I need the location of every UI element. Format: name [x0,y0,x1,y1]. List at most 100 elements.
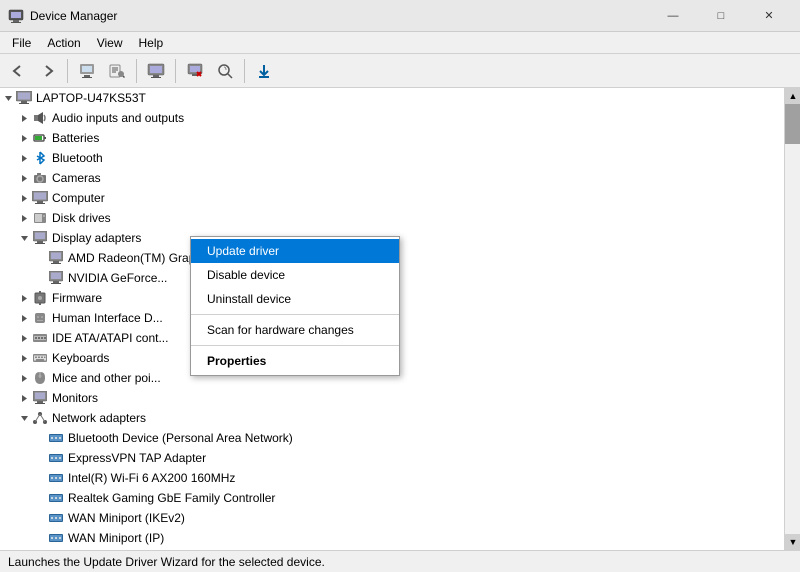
app-icon [8,8,24,24]
tree-toggle-batteries[interactable] [16,130,32,146]
tree-toggle-root[interactable] [0,90,16,106]
tree-toggle-monitors[interactable] [16,390,32,406]
tree-label-root: LAPTOP-U47KS53T [36,91,146,105]
tree-toggle-bluetooth[interactable] [16,150,32,166]
tree-item-root[interactable]: LAPTOP-U47KS53T [0,88,784,108]
context-menu-item-2[interactable]: Uninstall device [191,287,399,311]
tree-toggle-computer[interactable] [16,190,32,206]
tree-item-monitors[interactable]: Monitors [0,388,784,408]
tree-toggle-mice[interactable] [16,370,32,386]
tree-toggle-net4 [32,490,48,506]
tree-toggle-displayadapters[interactable] [16,230,32,246]
tree-icon-computer2 [32,190,48,206]
tree-icon-hid [32,310,48,326]
tree-icon-monitor [32,390,48,406]
tree-item-net7[interactable]: WAN Miniport (IPv6) [0,548,784,550]
tree-item-net6[interactable]: WAN Miniport (IP) [0,528,784,548]
tree-label-audio: Audio inputs and outputs [52,111,184,125]
context-menu-item-1[interactable]: Disable device [191,263,399,287]
tree-label-network: Network adapters [52,411,146,425]
tree-toggle-nvidia [32,270,48,286]
tree-toggle-audio[interactable] [16,110,32,126]
context-menu-item-6[interactable]: Properties [191,349,399,373]
tree-icon-computer [16,90,32,106]
tree-icon-mouse [32,370,48,386]
tree-icon-ide [32,330,48,346]
tree-label-mice: Mice and other poi... [52,371,161,385]
tree-label-cameras: Cameras [52,171,101,185]
scroll-up-button[interactable]: ▲ [785,88,800,104]
tree-item-net1[interactable]: Bluetooth Device (Personal Area Network) [0,428,784,448]
tree-item-net2[interactable]: ExpressVPN TAP Adapter [0,448,784,468]
toolbar-separator-4 [244,59,245,83]
tree-toggle-amd [32,250,48,266]
tree-item-batteries[interactable]: Batteries [0,128,784,148]
properties2-button[interactable] [103,57,131,85]
close-button[interactable]: ✕ [746,1,792,31]
tree-icon-netdevice [48,430,64,446]
toolbar-separator-1 [67,59,68,83]
minimize-button[interactable]: — [650,1,696,31]
tree-icon-netdevice [48,530,64,546]
tree-item-audio[interactable]: Audio inputs and outputs [0,108,784,128]
tree-item-cameras[interactable]: Cameras [0,168,784,188]
tree-item-net5[interactable]: WAN Miniport (IKEv2) [0,508,784,528]
tree-label-firmware: Firmware [52,291,102,305]
tree-icon-netdevice [48,490,64,506]
tree-item-net4[interactable]: Realtek Gaming GbE Family Controller [0,488,784,508]
tree-item-computer[interactable]: Computer [0,188,784,208]
monitor-button[interactable] [142,57,170,85]
scroll-thumb[interactable] [785,104,800,144]
tree-icon-netdevice [48,470,64,486]
tree-icon-firmware [32,290,48,306]
back-button[interactable] [4,57,32,85]
tree-toggle-hid[interactable] [16,310,32,326]
scan-button[interactable] [211,57,239,85]
tree-icon-device [48,270,64,286]
tree-item-net3[interactable]: Intel(R) Wi-Fi 6 AX200 160MHz [0,468,784,488]
menu-view[interactable]: View [89,34,131,52]
tree-item-network[interactable]: Network adapters [0,408,784,428]
tree-label-computer: Computer [52,191,105,205]
scroll-track [785,104,800,534]
tree-icon-camera [32,170,48,186]
tree-toggle-net6 [32,530,48,546]
tree-label-net3: Intel(R) Wi-Fi 6 AX200 160MHz [68,471,235,485]
tree-icon-bluetooth [32,150,48,166]
tree-toggle-keyboards[interactable] [16,350,32,366]
properties-button[interactable] [73,57,101,85]
maximize-button[interactable]: □ [698,1,744,31]
context-menu-item-0[interactable]: Update driver [191,239,399,263]
forward-button[interactable] [34,57,62,85]
scrollbar[interactable]: ▲ ▼ [784,88,800,550]
menu-action[interactable]: Action [39,34,88,52]
tree-label-displayadapters: Display adapters [52,231,141,245]
tree-icon-netdevice [48,510,64,526]
menu-file[interactable]: File [4,34,39,52]
tree-item-bluetooth[interactable]: Bluetooth [0,148,784,168]
toolbar-separator-3 [175,59,176,83]
tree-toggle-firmware[interactable] [16,290,32,306]
tree-toggle-network[interactable] [16,410,32,426]
window-title: Device Manager [30,9,650,23]
context-menu-separator-5 [191,345,399,346]
tree-label-keyboards: Keyboards [52,351,109,365]
tree-toggle-diskdrives[interactable] [16,210,32,226]
menu-bar: File Action View Help [0,32,800,54]
uninstall-button[interactable] [181,57,209,85]
scroll-down-button[interactable]: ▼ [785,534,800,550]
tree-icon-battery [32,130,48,146]
tree-toggle-net2 [32,450,48,466]
tree-toggle-ide[interactable] [16,330,32,346]
menu-help[interactable]: Help [131,34,172,52]
tree-label-batteries: Batteries [52,131,99,145]
tree-toggle-net1 [32,430,48,446]
tree-item-diskdrives[interactable]: Disk drives [0,208,784,228]
tree-toggle-cameras[interactable] [16,170,32,186]
context-menu-item-4[interactable]: Scan for hardware changes [191,318,399,342]
toolbar-separator-2 [136,59,137,83]
main-area: LAPTOP-U47KS53T Audio inputs and outputs B… [0,88,800,550]
tree-label-net2: ExpressVPN TAP Adapter [68,451,206,465]
tree-label-net5: WAN Miniport (IKEv2) [68,511,185,525]
download-button[interactable] [250,57,278,85]
